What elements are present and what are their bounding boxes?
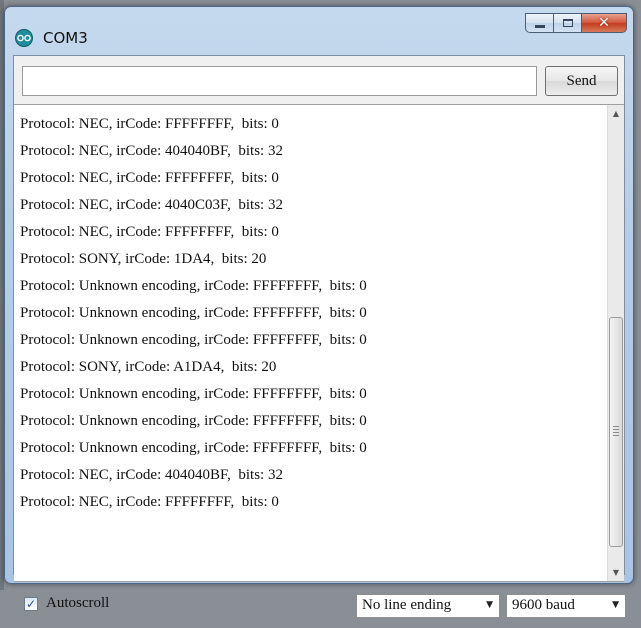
close-icon: ✕ [598,15,610,31]
output-line: Protocol: Unknown encoding, irCode: FFFF… [20,332,367,348]
output-line: Protocol: Unknown encoding, irCode: FFFF… [20,440,367,456]
output-line: Protocol: NEC, irCode: FFFFFFFF, bits: 0 [20,170,279,186]
serial-monitor-client: Send Protocol: NEC, irCode: FFFFFFFF, bi… [13,55,626,618]
vertical-scrollbar[interactable]: ▲ ▼ [607,105,624,581]
output-line: Protocol: Unknown encoding, irCode: FFFF… [20,413,367,429]
serial-monitor-window: COM3 ✕ Send Protocol: NEC, irCode: FFFFF… [4,6,634,618]
output-line: Protocol: Unknown encoding, irCode: FFFF… [20,305,367,321]
title-bar[interactable]: COM3 ✕ [5,7,633,55]
autoscroll-checkbox[interactable]: ✓ [24,597,38,611]
output-line: Protocol: SONY, irCode: A1DA4, bits: 20 [20,359,277,375]
window-title: COM3 [43,29,88,47]
output-lines: Protocol: NEC, irCode: FFFFFFFF, bits: 0… [20,111,602,516]
baud-rate-select[interactable]: 9600 baud ▼ [506,594,626,618]
scroll-down-icon[interactable]: ▼ [608,564,624,581]
chevron-down-icon: ▼ [612,600,619,610]
send-input[interactable] [22,66,537,96]
send-button[interactable]: Send [545,66,618,96]
close-button[interactable]: ✕ [581,13,627,33]
chevron-down-icon: ▼ [486,600,493,610]
line-ending-value: No line ending [362,597,452,613]
minimize-button[interactable] [525,13,553,33]
serial-output[interactable]: Protocol: NEC, irCode: FFFFFFFF, bits: 0… [14,104,624,582]
output-line: Protocol: SONY, irCode: 1DA4, bits: 20 [20,251,267,267]
scrollbar-thumb[interactable] [609,317,623,547]
arduino-icon [15,29,33,47]
output-line: Protocol: NEC, irCode: 4040C03F, bits: 3… [20,197,283,213]
output-line: Protocol: Unknown encoding, irCode: FFFF… [20,386,367,402]
bottom-bar: ✓ Autoscroll No line ending ▼ 9600 baud … [14,586,626,628]
window-controls: ✕ [525,13,627,35]
checkmark-icon: ✓ [25,597,37,611]
maximize-button[interactable] [553,13,581,33]
output-line: Protocol: Unknown encoding, irCode: FFFF… [20,278,367,294]
line-ending-select[interactable]: No line ending ▼ [356,594,500,618]
output-line: Protocol: NEC, irCode: FFFFFFFF, bits: 0 [20,224,279,240]
scroll-up-icon[interactable]: ▲ [608,105,624,122]
autoscroll-label[interactable]: Autoscroll [46,595,109,612]
output-line: Protocol: NEC, irCode: 404040BF, bits: 3… [20,143,283,159]
minimize-icon [534,24,545,28]
grip-icon [613,426,619,438]
output-line: Protocol: NEC, irCode: 404040BF, bits: 3… [20,467,283,483]
baud-rate-value: 9600 baud [512,597,575,613]
maximize-icon [562,19,573,27]
output-line: Protocol: NEC, irCode: FFFFFFFF, bits: 0 [20,494,279,510]
output-line: Protocol: NEC, irCode: FFFFFFFF, bits: 0 [20,116,279,132]
